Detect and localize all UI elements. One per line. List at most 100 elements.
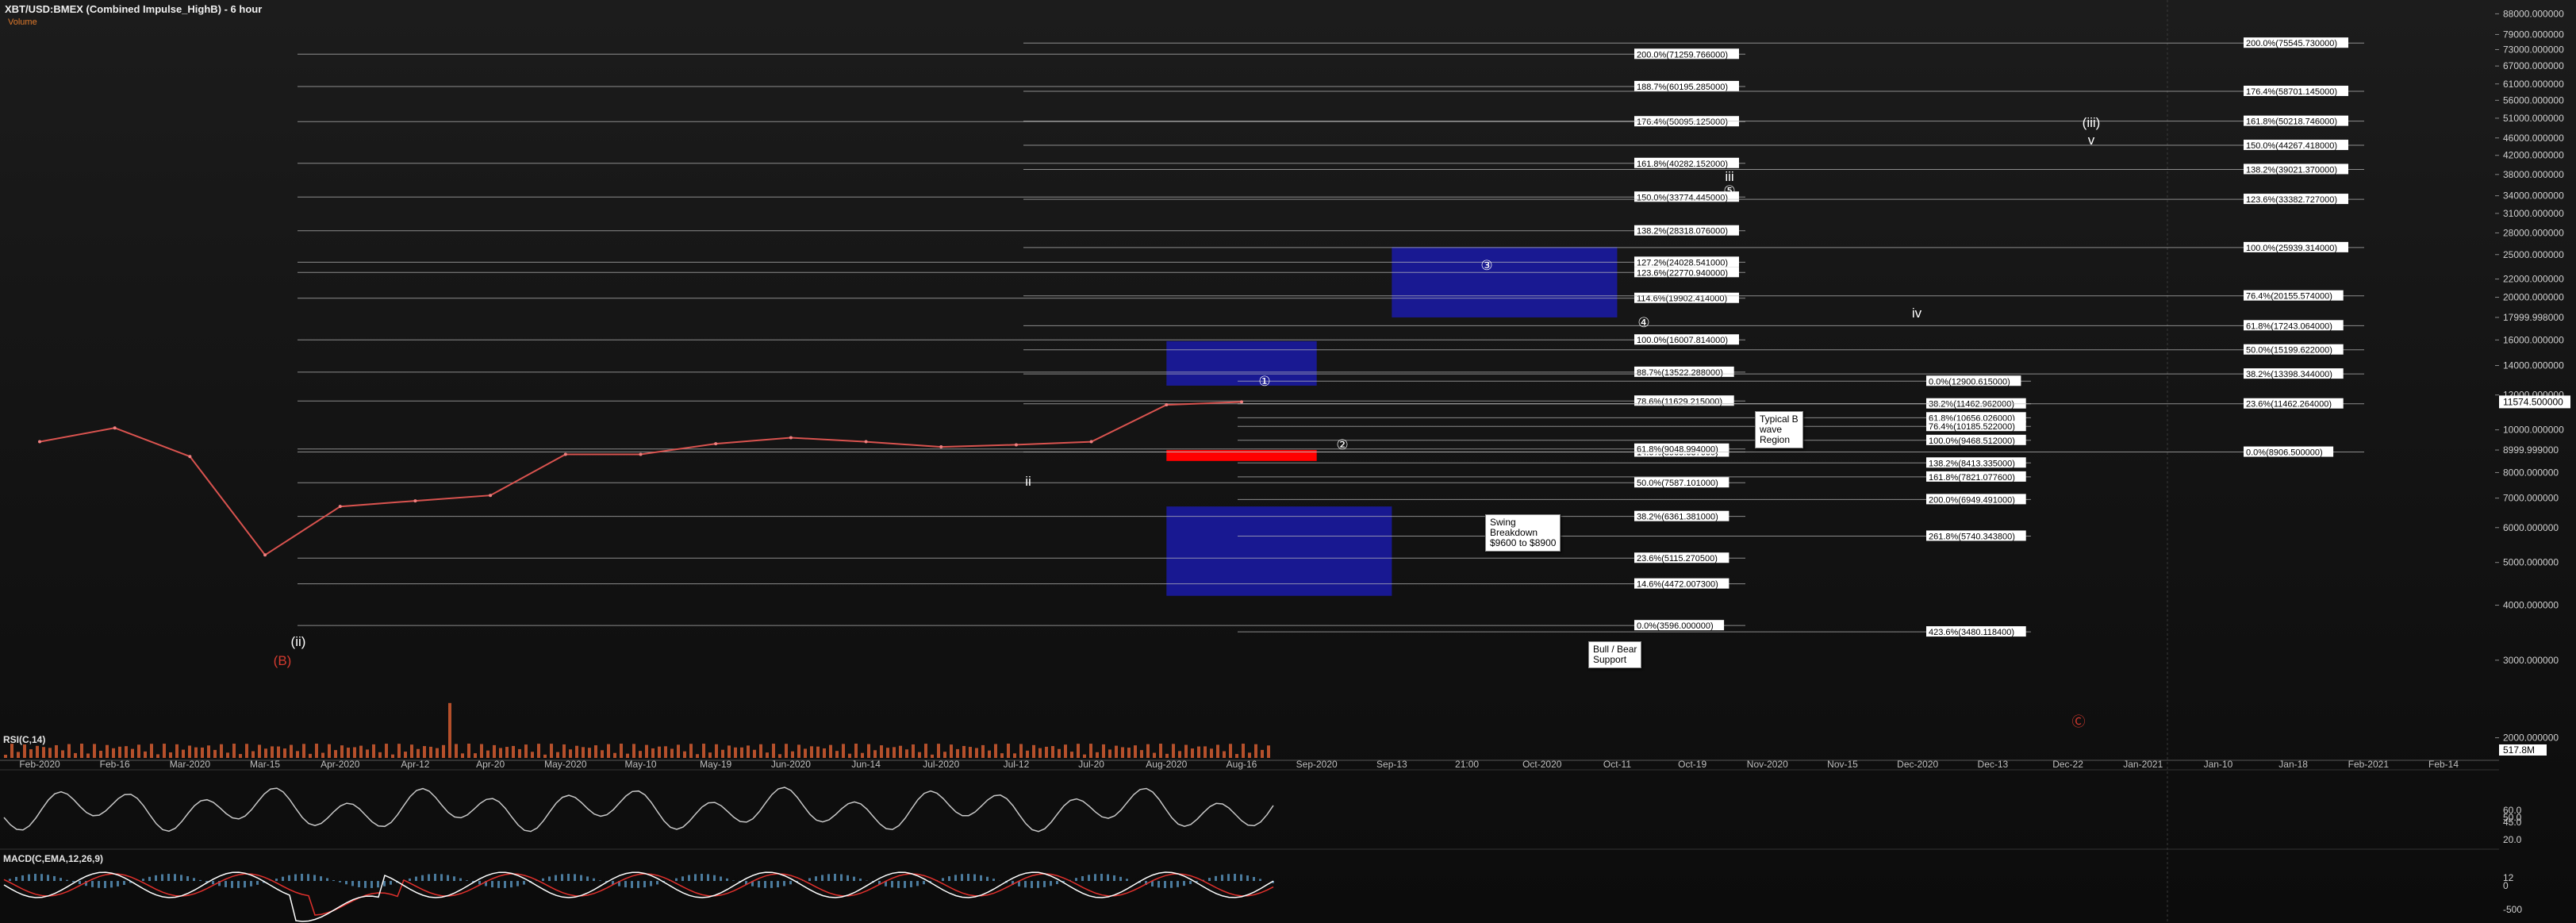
volume-bar — [854, 744, 858, 758]
volume-bar — [524, 744, 528, 758]
volume-bar — [937, 744, 940, 758]
macd-hist-bar — [282, 876, 284, 881]
volume-bar — [620, 744, 623, 758]
volume-bar — [727, 745, 731, 758]
macd-hist-bar — [142, 879, 144, 881]
fib-left-label: 123.6%(22770.940000) — [1637, 268, 1728, 278]
volume-bar — [823, 748, 826, 758]
wave-label: ④ — [1637, 315, 1649, 330]
macd-hist-bar — [320, 876, 322, 881]
wave-label: ③ — [1480, 258, 1492, 273]
volume-bar — [848, 753, 851, 758]
macd-hist-bar — [440, 874, 443, 881]
volume-bar — [486, 750, 489, 758]
volume-bar — [144, 751, 147, 758]
macd-hist-bar — [199, 879, 202, 881]
macd-hist-bar — [992, 879, 995, 881]
macd-hist-bar — [726, 878, 728, 881]
volume-bar — [651, 748, 655, 758]
volume-bar — [55, 744, 58, 758]
macd-hist-bar — [459, 878, 462, 881]
macd-hist-bar — [1119, 876, 1122, 881]
volume-bar — [366, 749, 369, 758]
volume-bar — [99, 750, 102, 758]
volume-bar — [347, 748, 350, 758]
macd-hist-bar — [294, 874, 297, 881]
macd-hist-bar — [313, 875, 316, 881]
macd-hist-bar — [599, 880, 601, 881]
volume-bar — [1045, 746, 1048, 758]
macd-hist-bar — [237, 881, 240, 888]
macd-hist-bar — [15, 876, 17, 881]
volume-bar — [740, 747, 743, 758]
macd-hist-bar — [244, 881, 246, 888]
fib-mid-label: 261.8%(5740.343800) — [1929, 532, 2015, 541]
volume-bar — [1153, 752, 1156, 758]
volume-bar — [1134, 745, 1137, 758]
volume-bar — [182, 749, 185, 758]
y-tick-label: 34000.000000 — [2503, 190, 2564, 202]
x-tick-label: Jan-2021 — [2123, 759, 2163, 770]
macd-hist-bar — [256, 881, 259, 885]
macd-hist-bar — [47, 875, 49, 881]
fib-right-label: 161.8%(50218.746000) — [2246, 117, 2337, 127]
macd-hist-bar — [288, 875, 290, 881]
volume-bar — [226, 752, 229, 758]
macd-hist-bar — [351, 881, 354, 886]
volume-bar — [899, 745, 902, 758]
volume-bar — [861, 752, 864, 758]
volume-bar — [639, 751, 642, 758]
volume-bar — [1261, 749, 1264, 758]
volume-bar — [67, 744, 71, 758]
macd-hist-bar — [1024, 881, 1027, 888]
macd-hist-bar — [827, 874, 830, 881]
macd-hist-bar — [624, 881, 627, 888]
volume-bar — [277, 746, 280, 758]
macd-hist-bar — [40, 874, 43, 881]
macd-tick-label: -500 — [2503, 904, 2522, 915]
wave-label: ① — [1258, 374, 1270, 389]
y-tick-label: 22000.000000 — [2503, 274, 2564, 285]
macd-hist-bar — [504, 881, 506, 888]
x-tick-label: Apr-12 — [401, 759, 429, 770]
volume-bar — [42, 747, 45, 758]
macd-hist-bar — [808, 878, 811, 881]
volume-bar — [1197, 746, 1200, 758]
macd-hist-bar — [897, 881, 900, 888]
x-tick-label: Dec-13 — [1978, 759, 2009, 770]
volume-bar — [543, 754, 547, 758]
macd-hist-bar — [789, 881, 792, 885]
volume-bar — [448, 702, 451, 758]
macd-hist-bar — [764, 881, 766, 888]
volume-bar — [1096, 752, 1099, 758]
volume-bar — [531, 752, 534, 758]
chart-svg[interactable]: 88000.000000 79000.000000 73000.000000 6700… — [0, 0, 2576, 923]
macd-hist-bar — [656, 881, 658, 885]
macd-hist-bar — [1113, 875, 1115, 881]
y-tick-label: 16000.000000 — [2503, 334, 2564, 345]
macd-hist-bar — [694, 874, 697, 881]
macd-hist-bar — [104, 881, 106, 888]
volume-bar — [302, 744, 305, 758]
volume-bar — [391, 754, 394, 758]
volume-bar — [4, 755, 7, 758]
volume-bar — [442, 744, 445, 758]
volume-bar — [829, 744, 832, 758]
macd-hist-bar — [1081, 875, 1084, 881]
volume-bar — [1070, 752, 1073, 758]
volume-bar — [588, 748, 591, 758]
macd-hist-bar — [1183, 881, 1185, 886]
volume-bar — [385, 744, 388, 758]
y-tick-label: 38000.000000 — [2503, 169, 2564, 180]
y-tick-label: 67000.000000 — [2503, 60, 2564, 71]
volume-bar — [334, 750, 337, 758]
price-point — [263, 553, 267, 557]
blue-zone — [1166, 340, 1317, 386]
macd-hist-bar — [358, 881, 360, 887]
volume-bar — [721, 749, 724, 758]
note-typical-b: Typical B wave Region — [1755, 411, 1803, 448]
volume-bar — [359, 745, 363, 758]
blue-zone — [1392, 247, 1618, 317]
macd-hist-bar — [986, 876, 989, 881]
volume-bar — [1032, 744, 1035, 758]
